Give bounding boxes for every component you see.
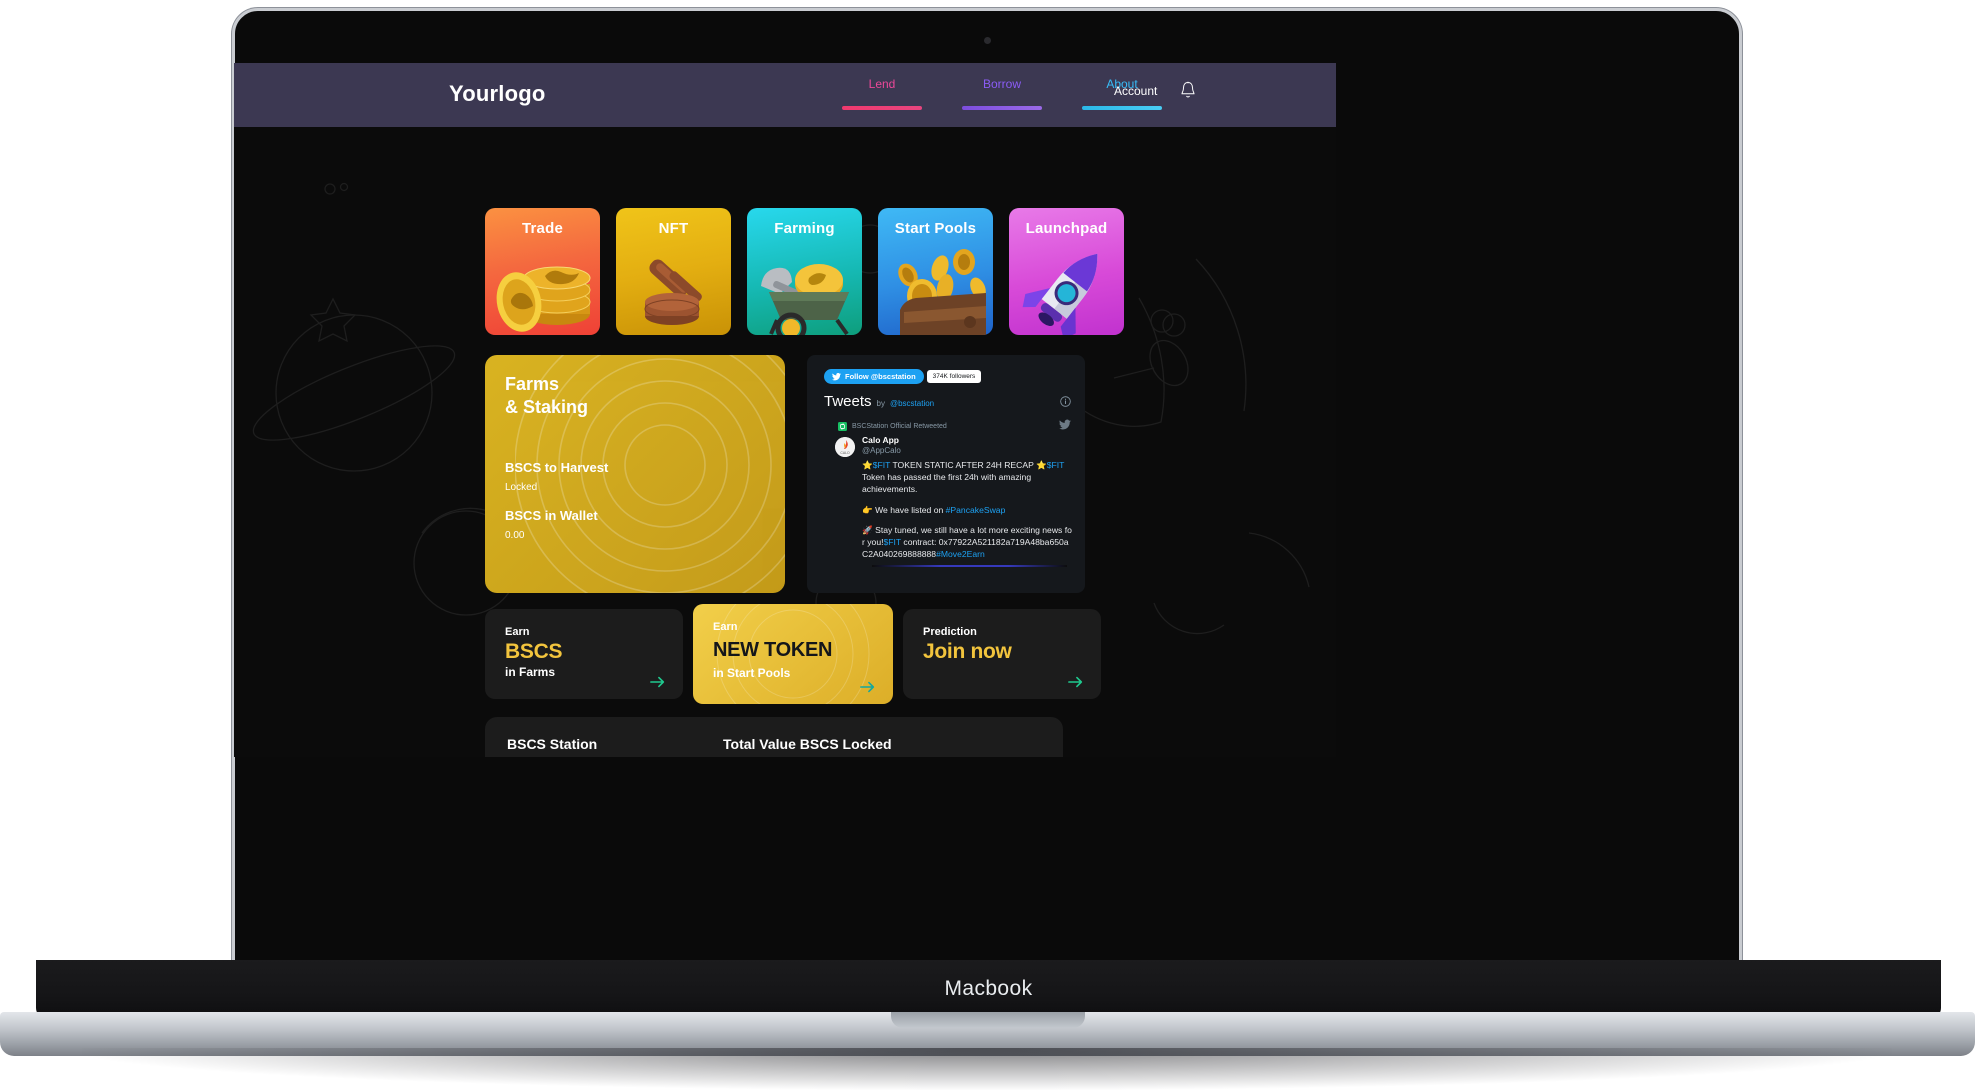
tweets-by-label: by: [876, 399, 885, 408]
laptop-base: Macbook: [36, 960, 1941, 1018]
wallet-value: 0.00: [505, 530, 525, 541]
promo-eyebrow: Prediction: [923, 626, 977, 638]
screenshot-root: Yourlogo Lend Borrow About Account Trade…: [0, 0, 1975, 1090]
promo-subline: in Farms: [505, 665, 556, 679]
deck-notch: [890, 1012, 1085, 1028]
harvest-value: Locked: [505, 482, 538, 493]
category-label-trade: Trade: [521, 220, 564, 237]
promo-eyebrow: Earn: [713, 621, 738, 633]
promo-card-prediction[interactable]: Prediction Join now: [903, 609, 1101, 699]
web-page: Yourlogo Lend Borrow About Account Trade…: [234, 63, 1336, 757]
tweet-line-4: 🚀 Stay tuned, we still have a lot more e…: [862, 524, 1072, 560]
nav-item-lend[interactable]: Lend: [842, 77, 922, 110]
twitter-bird-icon: [832, 372, 841, 380]
nav-item-borrow[interactable]: Borrow: [962, 77, 1042, 110]
farms-staking-card[interactable]: Farms & Staking BSCS to Harvest Locked B…: [485, 355, 785, 593]
tweet-body: ⭐$FIT TOKEN STATIC AFTER 24H RECAP ⭐$FIT…: [862, 459, 1074, 560]
farms-title: Farms & Staking: [505, 374, 589, 418]
avatar[interactable]: CALO: [835, 437, 855, 457]
webcam-icon: [983, 37, 991, 44]
rocket-icon: [1022, 253, 1098, 335]
category-label-launchpad: Launchpad: [1025, 220, 1108, 237]
device-label: Macbook: [944, 977, 1033, 1000]
tweet-line-2: Token has passed the first 24h with amaz…: [862, 472, 1032, 495]
promo-eyebrow: Earn: [505, 626, 530, 638]
retweet-icon: [838, 422, 847, 431]
category-label-nft: NFT: [658, 220, 689, 237]
twitter-follow-button[interactable]: Follow @bscstation: [824, 369, 924, 384]
arrow-right-icon[interactable]: [650, 675, 666, 689]
bell-icon[interactable]: [1179, 80, 1197, 100]
category-card-farming[interactable]: Farming: [747, 208, 862, 335]
promo-headline: NEW TOKEN: [713, 639, 833, 661]
category-card-launchpad[interactable]: Launchpad: [1009, 208, 1124, 335]
tweets-title: Tweets: [824, 393, 872, 410]
arrow-right-icon[interactable]: [860, 680, 876, 694]
nav-underline-borrow: [962, 106, 1042, 110]
category-label-start-pools: Start Pools: [894, 220, 977, 237]
retweet-label: BSCStation Official Retweeted: [852, 423, 947, 430]
promo-card-earn-bscs[interactable]: Earn BSCS in Farms: [485, 609, 683, 699]
tweet-author-name[interactable]: Calo App: [862, 435, 899, 445]
bscs-station-title: BSCS Station: [507, 736, 598, 752]
tweet-divider: [872, 565, 1067, 567]
tweet-author-handle[interactable]: @AppCalo: [862, 446, 901, 455]
retweet-row: BSCStation Official Retweeted: [838, 422, 947, 431]
tvl-title: Total Value BSCS Locked: [723, 736, 892, 752]
nav-underline-about: [1082, 106, 1162, 110]
nav-label-lend: Lend: [868, 77, 896, 91]
account-button[interactable]: Account: [1114, 84, 1157, 98]
wallet-icon: [898, 249, 986, 335]
info-icon[interactable]: [1060, 396, 1071, 407]
svg-text:CALO: CALO: [840, 451, 850, 455]
laptop-screen: Yourlogo Lend Borrow About Account Trade…: [234, 63, 1336, 757]
twitter-logo-icon: [1059, 419, 1071, 430]
macbook-device: Yourlogo Lend Borrow About Account Trade…: [0, 8, 1975, 1090]
nav-label-borrow: Borrow: [982, 77, 1021, 91]
top-navigation-bar: Yourlogo Lend Borrow About Account: [234, 63, 1336, 127]
device-shadow: [82, 1048, 1892, 1090]
category-label-farming: Farming: [774, 220, 835, 237]
twitter-follow-label: Follow @bscstation: [845, 372, 916, 381]
promo-card-list: Earn BSCS in Farms Earn NEW TOKEN in Sta…: [485, 604, 1101, 704]
nav-underline-lend: [842, 106, 922, 110]
wallet-label: BSCS in Wallet: [505, 508, 598, 523]
wheelbarrow-icon: [761, 264, 849, 335]
twitter-follow-row: Follow @bscstation 374K followers: [824, 369, 982, 384]
twitter-followers-count[interactable]: 374K followers: [926, 370, 982, 383]
promo-card-new-token[interactable]: Earn NEW TOKEN in Start Pools: [693, 604, 893, 704]
category-card-nft[interactable]: NFT: [616, 208, 731, 335]
gavel-icon: [644, 259, 702, 325]
category-card-list: Trade NFT Farming Start Pools Launchpad: [485, 208, 1124, 335]
tweet-line-1: ⭐$FIT TOKEN STATIC AFTER 24H RECAP ⭐$FIT: [862, 460, 1065, 470]
category-card-trade[interactable]: Trade: [485, 208, 600, 335]
coins-icon: [496, 266, 591, 332]
promo-headline: BSCS: [505, 640, 563, 663]
site-logo[interactable]: Yourlogo: [449, 81, 546, 107]
tweets-handle[interactable]: @bscstation: [890, 399, 934, 408]
harvest-label: BSCS to Harvest: [505, 460, 609, 475]
promo-subline: in Start Pools: [713, 666, 791, 680]
promo-headline: Join now: [923, 640, 1012, 663]
arrow-right-icon[interactable]: [1068, 675, 1084, 689]
category-card-start-pools[interactable]: Start Pools: [878, 208, 993, 335]
tweet-line-3: 👉 We have listed on #PancakeSwap: [862, 504, 1006, 515]
twitter-timeline-widget: Follow @bscstation 374K followers Tweets…: [807, 355, 1085, 593]
twitter-header: Tweets by @bscstation: [824, 393, 934, 410]
stats-panel: BSCS Station Total BSCS Supply 500,000,0…: [485, 717, 1063, 757]
